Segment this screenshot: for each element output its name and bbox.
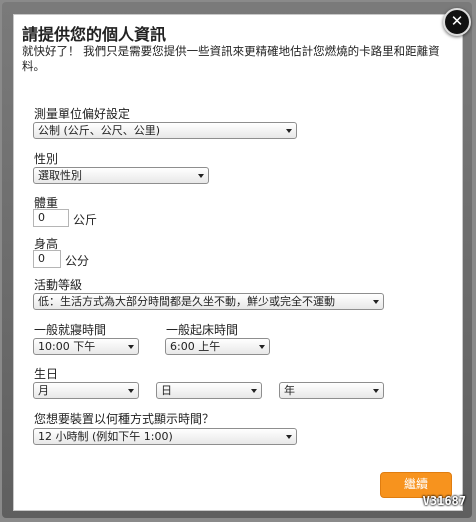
birthday-label: 生日 [34,367,59,381]
gender-select-value: 選取性別 [38,169,82,182]
close-button[interactable]: ✕ [443,8,471,36]
activity-select[interactable]: 低：生活方式為大部分時間都是久坐不動，鮮少或完全不運動 [33,293,384,310]
dialog-intro: 就快好了！ 我們只是需要您提供一些資訊來更精確地估計您燃燒的卡路里和距離資料。 [22,44,440,73]
height-unit: 公分 [65,254,90,268]
chevron-down-icon [286,435,292,439]
dialog-title: 請提供您的個人資訊 [22,25,167,44]
waketime-select-value: 6:00 上午 [170,340,221,353]
units-select-value: 公制 (公斤、公尺、公里) [38,124,161,137]
units-select[interactable]: 公制 (公斤、公尺、公里) [33,122,297,139]
watermark: V31687 [422,494,466,508]
time-format-label: 您想要裝置以何種方式顯示時間？ [34,412,215,426]
chevron-down-icon [259,345,265,349]
close-icon: ✕ [450,12,464,30]
birthday-year-value: 年 [284,384,295,397]
birthday-day-value: 日 [161,384,172,397]
activity-label: 活動等級 [34,278,83,292]
gender-label: 性別 [34,152,59,166]
bedtime-label: 一般就寢時間 [34,323,107,337]
chevron-down-icon [373,389,379,393]
birthday-day-select[interactable]: 日 [156,382,262,399]
chevron-down-icon [373,300,379,304]
birthday-year-select[interactable]: 年 [279,382,384,399]
bedtime-select-value: 10:00 下午 [38,340,96,353]
height-input[interactable]: 0 [33,250,61,268]
chevron-down-icon [251,389,257,393]
bedtime-select[interactable]: 10:00 下午 [33,338,139,355]
chevron-down-icon [198,174,204,178]
activity-select-value: 低：生活方式為大部分時間都是久坐不動，鮮少或完全不運動 [38,295,335,308]
chevron-down-icon [128,345,134,349]
gender-select[interactable]: 選取性別 [33,167,209,184]
weight-input[interactable]: 0 [33,209,69,227]
birthday-month-value: 月 [38,384,49,397]
waketime-select[interactable]: 6:00 上午 [165,338,270,355]
birthday-month-select[interactable]: 月 [33,382,139,399]
chevron-down-icon [286,129,292,133]
time-format-select[interactable]: 12 小時制 (例如下午 1:00) [33,428,297,445]
waketime-label: 一般起床時間 [166,323,239,337]
chevron-down-icon [128,389,134,393]
time-format-select-value: 12 小時制 (例如下午 1:00) [38,430,173,443]
weight-unit: 公斤 [73,213,98,227]
units-label: 測量單位偏好設定 [34,107,131,121]
